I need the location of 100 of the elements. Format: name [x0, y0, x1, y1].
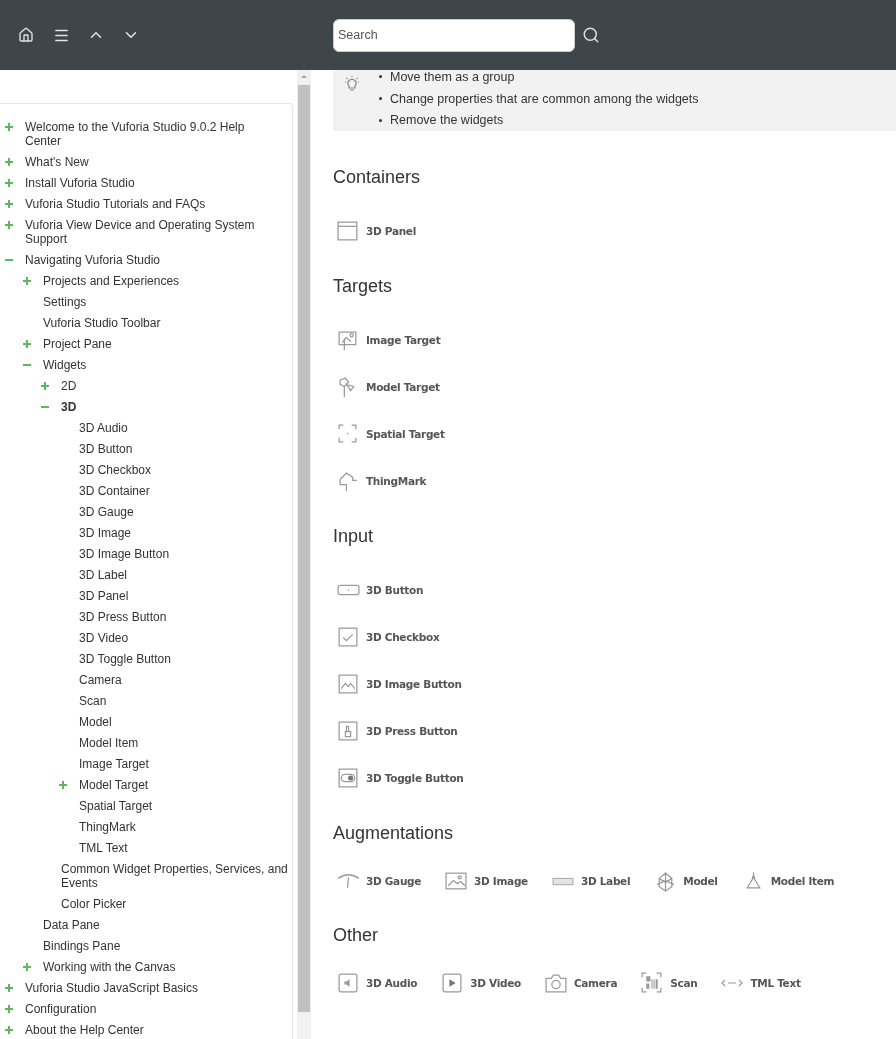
toc-link[interactable]: Color Picker — [61, 896, 127, 911]
expand-icon[interactable] — [5, 1004, 13, 1013]
toc-link[interactable]: Settings — [43, 294, 87, 309]
section-title: Other — [333, 924, 380, 947]
toc-link[interactable]: Install Vuforia Studio — [25, 175, 135, 190]
widget-label: Spatial Target — [366, 427, 445, 440]
toc-link[interactable]: Vuforia Studio Toolbar — [43, 315, 161, 330]
widget-label: Model — [683, 875, 718, 887]
toc-link[interactable]: 3D — [61, 399, 77, 414]
toc-link[interactable]: TML Text — [79, 840, 128, 855]
lightbulb-icon — [343, 75, 361, 93]
toc-link[interactable]: What's New — [25, 154, 89, 169]
toc-link[interactable]: Vuforia View Device and Operating System Support — [25, 217, 265, 246]
widget-label: 3D Label — [580, 875, 631, 887]
toc-link[interactable]: Vuforia Studio JavaScript Basics — [25, 980, 198, 995]
scroll-up-icon[interactable] — [301, 75, 307, 78]
section-title: Targets — [333, 275, 394, 298]
toc-link[interactable]: Common Widget Properties, Services, and Events — [61, 861, 292, 890]
toc-link[interactable]: 3D Container — [79, 483, 150, 498]
bullet-dot — [379, 118, 382, 122]
toc-link[interactable]: Vuforia Studio Tutorials and FAQs — [25, 196, 206, 211]
toc-link[interactable]: Spatial Target — [79, 798, 153, 813]
toc-link[interactable]: 3D Image Button — [79, 546, 170, 561]
toc-link[interactable]: Project Pane — [43, 336, 112, 351]
toc-link[interactable]: Image Target — [79, 756, 149, 771]
widget-label: 3D Video — [470, 977, 521, 989]
widget-label: 3D Button — [366, 583, 424, 596]
toc-link[interactable]: ThingMark — [79, 819, 136, 834]
tip-text: Move them as a group — [390, 70, 515, 84]
toc-link[interactable]: 2D — [61, 378, 77, 393]
section-title: Input — [333, 525, 375, 548]
widget-label: 3D Image Button — [366, 677, 462, 690]
toc-link[interactable]: Working with the Canvas — [43, 959, 176, 974]
expand-icon[interactable] — [23, 276, 31, 285]
toc-link[interactable]: 3D Toggle Button — [79, 651, 171, 666]
toc-link[interactable]: Model — [79, 714, 112, 729]
expand-icon[interactable] — [5, 199, 13, 208]
home-button[interactable] — [17, 26, 35, 44]
bullet-dot — [379, 97, 382, 100]
expand-icon[interactable] — [23, 962, 31, 971]
toc-link[interactable]: Scan — [79, 693, 107, 708]
toc-link[interactable]: Welcome to the Vuforia Studio 9.0.2 Help Center — [25, 119, 265, 148]
toc-link[interactable]: Navigating Vuforia Studio — [25, 252, 160, 267]
widget-label: 3D Checkbox — [366, 630, 440, 643]
widget-label: Image Target — [366, 333, 441, 346]
code-tag-icon — [720, 979, 745, 987]
toc-link[interactable]: Data Pane — [43, 917, 100, 932]
toc-link[interactable]: 3D Press Button — [79, 609, 167, 624]
section-title: Augmentations — [333, 822, 455, 845]
toc-link[interactable]: Camera — [79, 672, 122, 687]
toc-link[interactable]: About the Help Center — [25, 1022, 144, 1037]
toc-link[interactable]: 3D Panel — [79, 588, 129, 603]
expand-icon[interactable] — [5, 178, 13, 187]
toc-link[interactable]: 3D Label — [79, 567, 128, 582]
tip-text: Change properties that are common among the widgets — [390, 91, 699, 106]
search-icon — [582, 26, 600, 44]
expand-icon[interactable] — [41, 381, 49, 390]
home-icon — [18, 27, 34, 43]
expand-icon[interactable] — [59, 780, 67, 789]
toggle-button-icon — [336, 765, 360, 790]
expand-icon[interactable] — [5, 122, 13, 131]
toc-link[interactable]: Widgets — [43, 357, 87, 372]
section-title: Containers — [333, 166, 422, 189]
play-icon — [440, 971, 465, 995]
image-button-icon — [336, 671, 360, 696]
toc-link[interactable]: Bindings Pane — [43, 938, 121, 953]
widget-label: TML Text — [750, 977, 801, 989]
toc-link[interactable]: 3D Checkbox — [79, 462, 152, 477]
search-field[interactable]: Search — [333, 18, 575, 52]
widget-label: Scan — [670, 977, 698, 989]
scan-icon — [640, 971, 665, 995]
speaker-icon — [336, 971, 360, 995]
scrollbar[interactable] — [297, 70, 311, 1039]
expand-icon[interactable] — [5, 220, 13, 229]
expand-icon[interactable] — [5, 157, 13, 166]
widget-label: 3D Toggle Button — [366, 771, 464, 784]
expand-icon[interactable] — [5, 983, 13, 992]
panel-icon — [336, 218, 360, 243]
toc-link[interactable]: Projects and Experiences — [43, 273, 180, 288]
toc-link[interactable]: Configuration — [25, 1001, 97, 1016]
expand-icon[interactable] — [5, 1025, 13, 1034]
tip-text: Remove the widgets — [390, 113, 504, 128]
toc-link[interactable]: 3D Gauge — [79, 504, 134, 519]
toc-link[interactable]: 3D Audio — [79, 420, 128, 435]
widget-label: 3D Image — [474, 875, 528, 887]
checkbox-icon — [336, 624, 360, 649]
widget-label: 3D Press Button — [366, 724, 458, 737]
widget-label: Model Item — [770, 875, 835, 887]
toc-link[interactable]: Model Target — [79, 777, 149, 792]
toc-link[interactable]: 3D Button — [79, 441, 133, 456]
widget-label: ThingMark — [366, 474, 427, 487]
bullet-dot — [379, 75, 382, 79]
toc-link[interactable]: 3D Image — [79, 525, 132, 540]
toc-link[interactable]: 3D Video — [79, 630, 129, 645]
widget-label: 3D Panel — [366, 224, 416, 237]
expand-icon[interactable] — [23, 339, 31, 348]
search-button[interactable] — [582, 26, 600, 44]
widget-label: Camera — [573, 977, 618, 989]
widget-label: 3D Gauge — [366, 875, 422, 887]
toc-link[interactable]: Model Item — [79, 735, 139, 750]
